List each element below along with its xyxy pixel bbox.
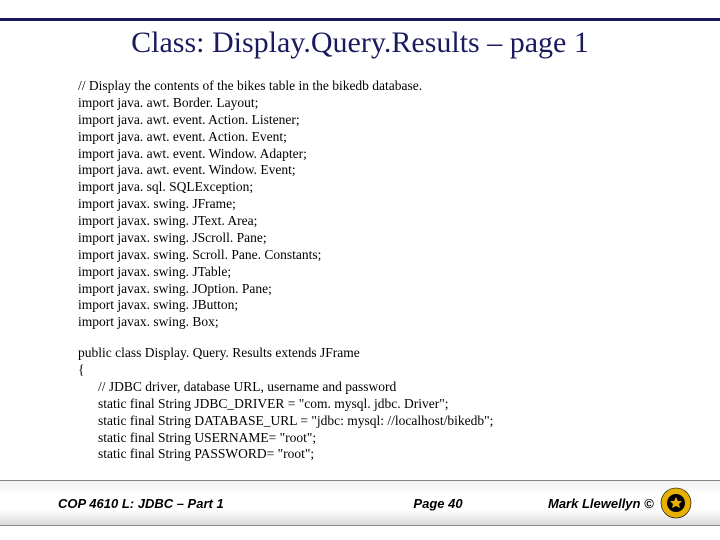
code-line: import java. sql. SQLException; xyxy=(78,179,680,196)
code-line: static final String USERNAME= "root"; xyxy=(78,430,680,447)
code-line: import java. awt. event. Action. Listene… xyxy=(78,112,680,129)
code-line: import javax. swing. Scroll. Pane. Const… xyxy=(78,247,680,264)
code-line: // Display the contents of the bikes tab… xyxy=(78,78,680,95)
code-line: import javax. swing. JFrame; xyxy=(78,196,680,213)
code-line: import javax. swing. JButton; xyxy=(78,297,680,314)
code-line: public class Display. Query. Results ext… xyxy=(78,345,680,362)
footer-bar: COP 4610 L: JDBC – Part 1 Page 40 Mark L… xyxy=(0,480,720,526)
ucf-logo-icon xyxy=(660,487,692,519)
footer-author: Mark Llewellyn © xyxy=(548,496,654,511)
code-line: import javax. swing. JOption. Pane; xyxy=(78,281,680,298)
code-line: import javax. swing. JScroll. Pane; xyxy=(78,230,680,247)
top-rule xyxy=(0,18,720,21)
code-line: { xyxy=(78,362,680,379)
code-line: import javax. swing. Box; xyxy=(78,314,680,331)
slide-title: Class: Display.Query.Results – page 1 xyxy=(0,26,720,60)
footer-page: Page 40 xyxy=(328,496,548,511)
code-line: import java. awt. event. Window. Adapter… xyxy=(78,146,680,163)
footer-course: COP 4610 L: JDBC – Part 1 xyxy=(0,496,328,511)
code-line: import java. awt. event. Window. Event; xyxy=(78,162,680,179)
code-line: import javax. swing. JText. Area; xyxy=(78,213,680,230)
code-block: // Display the contents of the bikes tab… xyxy=(78,78,680,463)
code-line: import javax. swing. JTable; xyxy=(78,264,680,281)
code-line: import java. awt. event. Action. Event; xyxy=(78,129,680,146)
code-line: static final String DATABASE_URL = "jdbc… xyxy=(78,413,680,430)
code-line: // JDBC driver, database URL, username a… xyxy=(78,379,680,396)
code-line: static final String PASSWORD= "root"; xyxy=(78,446,680,463)
code-line: static final String JDBC_DRIVER = "com. … xyxy=(78,396,680,413)
code-line: import java. awt. Border. Layout; xyxy=(78,95,680,112)
